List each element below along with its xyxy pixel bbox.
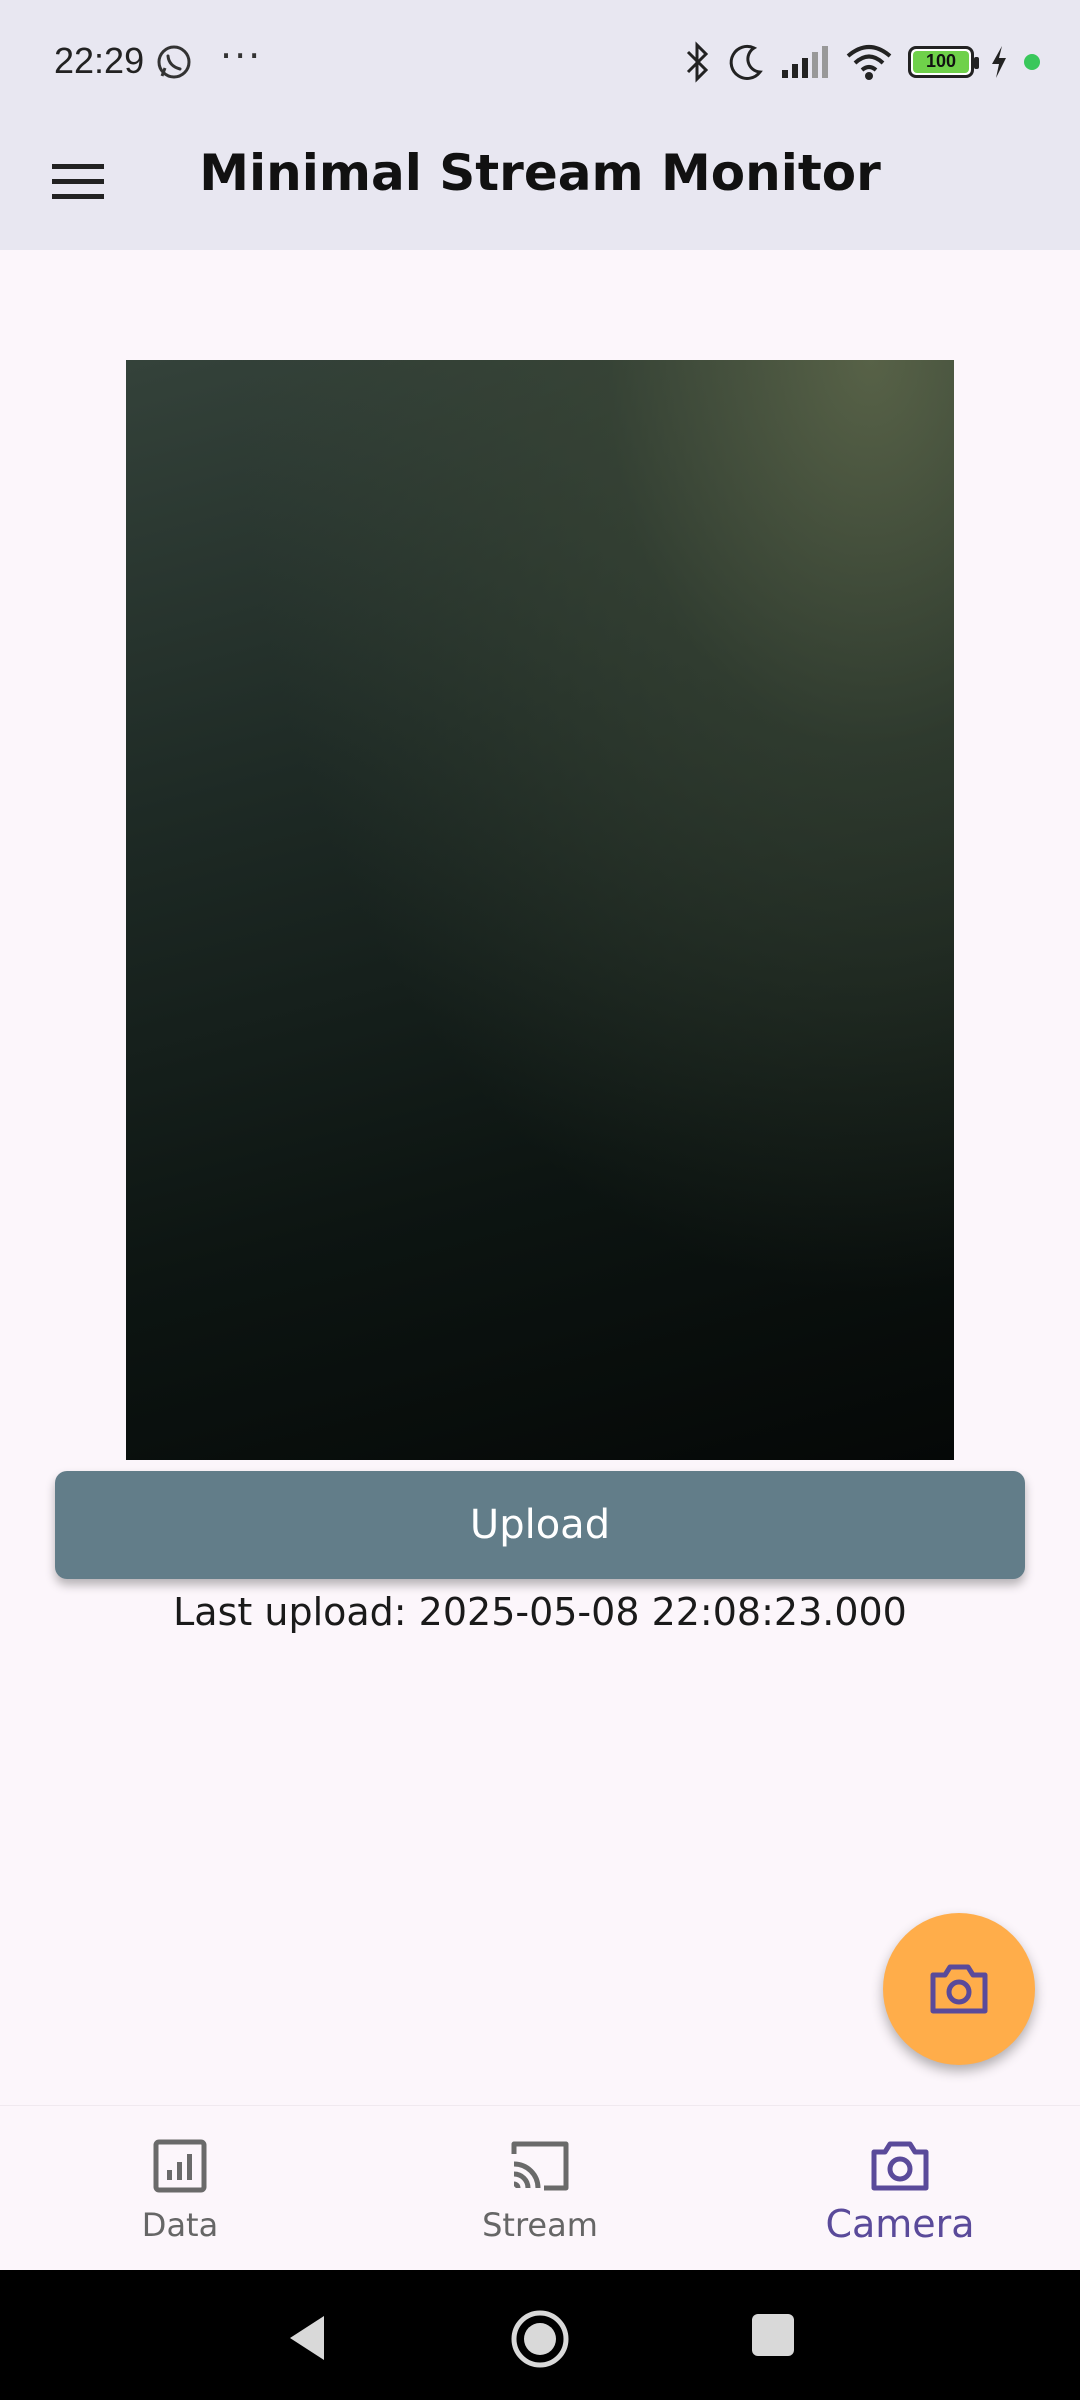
charging-icon	[992, 46, 1006, 78]
privacy-dot	[1024, 54, 1040, 70]
cast-icon	[511, 2141, 569, 2191]
status-bar: 22:29 ··· 100	[0, 0, 1080, 120]
camera-icon	[871, 2141, 929, 2191]
page-title: Minimal Stream Monitor	[199, 144, 881, 202]
screen: 22:29 ··· 100 Minimal Stream Monitor Upl…	[0, 0, 1080, 2400]
app-bar: Minimal Stream Monitor	[0, 120, 1080, 250]
camera-preview	[126, 360, 954, 1460]
top-bar: 22:29 ··· 100 Minimal Stream Monitor	[0, 0, 1080, 250]
status-more-dots: ···	[220, 34, 263, 78]
nav-item-data[interactable]: Data	[0, 2106, 360, 2271]
bottom-navigation: Data Stream Camera	[0, 2105, 1080, 2270]
back-icon[interactable]	[280, 2310, 336, 2366]
nav-label: Stream	[482, 2206, 598, 2244]
battery-icon: 100	[908, 46, 979, 78]
wifi-icon	[846, 45, 892, 80]
system-navigation-bar	[0, 2270, 1080, 2400]
nav-label: Camera	[825, 2202, 975, 2246]
nav-item-camera[interactable]: Camera	[720, 2106, 1080, 2271]
chart-icon	[153, 2139, 207, 2193]
battery-level: 100	[925, 51, 957, 71]
capture-fab-button[interactable]	[883, 1913, 1035, 2065]
nav-item-stream[interactable]: Stream	[360, 2106, 720, 2271]
bluetooth-icon	[686, 41, 709, 83]
recents-icon[interactable]	[752, 2314, 794, 2356]
home-icon[interactable]	[509, 2308, 571, 2370]
upload-button[interactable]: Upload	[55, 1471, 1025, 1579]
nav-label: Data	[141, 2206, 219, 2244]
signal-icon	[782, 46, 828, 78]
moon-icon	[729, 44, 763, 80]
whatsapp-icon	[157, 45, 191, 79]
status-icons: 100	[682, 40, 1040, 84]
status-time: 22:29	[54, 40, 145, 81]
last-upload-text: Last upload: 2025-05-08 22:08:23.000	[173, 1590, 907, 1634]
camera-icon	[930, 1964, 988, 2014]
